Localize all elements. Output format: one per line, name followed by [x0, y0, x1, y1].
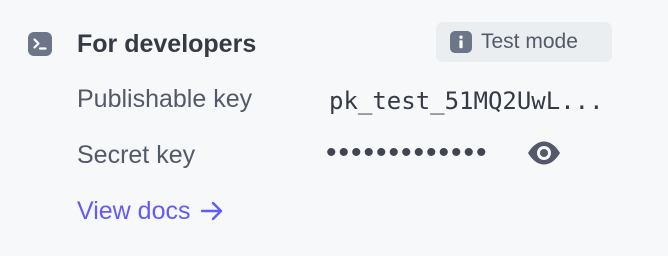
- secret-key-value: •••••••••••••: [326, 136, 489, 169]
- secret-key-label: Secret key: [77, 141, 196, 169]
- terminal-icon: [28, 32, 52, 56]
- eye-icon: [526, 140, 562, 166]
- view-docs-label: View docs: [77, 197, 191, 225]
- section-title: For developers: [77, 30, 257, 58]
- test-mode-badge: Test mode: [436, 22, 612, 62]
- developers-panel: For developers Test mode Publishable key…: [0, 0, 668, 256]
- view-docs-link[interactable]: View docs: [77, 194, 225, 228]
- arrow-right-icon: [199, 200, 225, 222]
- test-mode-label: Test mode: [481, 30, 578, 53]
- info-icon: [450, 31, 472, 53]
- reveal-secret-key-button[interactable]: [524, 135, 564, 171]
- publishable-key-label: Publishable key: [77, 85, 253, 113]
- publishable-key-value[interactable]: pk_test_51MQ2UwL...: [329, 85, 609, 117]
